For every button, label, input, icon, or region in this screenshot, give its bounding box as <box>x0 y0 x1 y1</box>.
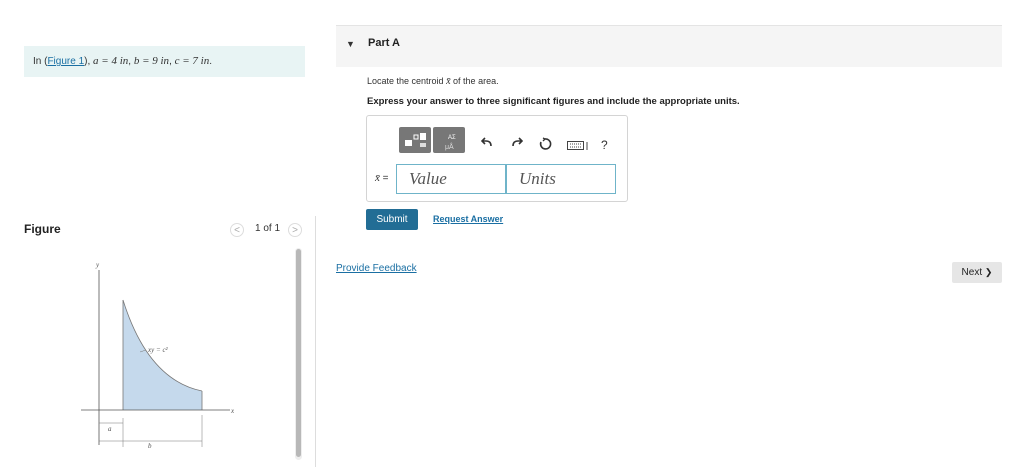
value-input[interactable]: Value <box>396 164 506 194</box>
y-axis-label: y <box>95 261 100 269</box>
figure-diagram: y x xy = c² a b <box>81 261 235 450</box>
symbols-button[interactable]: ΑΣ μÅ <box>433 127 465 153</box>
x-axis-label: x <box>230 407 235 415</box>
answer-label: x̄ = <box>375 172 389 184</box>
help-icon[interactable]: ? <box>601 138 608 152</box>
next-button[interactable]: Next ❯ <box>952 262 1002 283</box>
problem-suffix: ), <box>84 56 94 67</box>
redo-icon[interactable] <box>511 137 524 152</box>
collapse-toggle-icon[interactable]: ▼ <box>346 39 355 49</box>
figure-title: Figure <box>24 222 61 236</box>
question-lead: Locate the centroid <box>367 76 444 86</box>
chevron-right-icon: ❯ <box>984 267 993 277</box>
dim-label-b: b <box>148 442 152 450</box>
problem-end: . <box>209 56 213 67</box>
provide-feedback-link[interactable]: Provide Feedback <box>336 263 417 274</box>
part-a-label[interactable]: Part A <box>368 37 400 49</box>
question-text: Locate the centroid x̄ of the area. <box>367 76 499 87</box>
figure-scrollbar-thumb[interactable] <box>296 249 301 457</box>
figure-link[interactable]: Figure 1 <box>47 56 84 67</box>
curve-label: xy = c² <box>147 346 169 354</box>
next-figure-button[interactable]: > <box>288 223 302 237</box>
undo-icon[interactable] <box>480 137 493 152</box>
reset-icon[interactable] <box>538 137 552 154</box>
svg-text:μÅ: μÅ <box>445 142 454 151</box>
problem-prefix: In ( <box>33 56 48 67</box>
param-c: c = 7 in <box>174 55 210 67</box>
question-end: of the area. <box>453 76 499 86</box>
panel-divider <box>315 216 316 467</box>
dim-label-a: a <box>108 425 112 433</box>
instruction-text: Express your answer to three significant… <box>367 96 740 107</box>
svg-text:ΑΣ: ΑΣ <box>448 135 456 141</box>
request-answer-link[interactable]: Request Answer <box>433 214 503 224</box>
param-a: a = 4 in <box>93 55 129 67</box>
keyboard-icon[interactable] <box>567 140 589 155</box>
units-input[interactable]: Units <box>506 164 616 194</box>
prev-figure-button[interactable]: < <box>230 223 244 237</box>
figure-pager: 1 of 1 <box>255 223 281 234</box>
symbols-icon: ΑΣ μÅ <box>445 135 456 151</box>
templates-icon <box>405 133 426 147</box>
templates-button[interactable] <box>399 127 431 153</box>
param-b: b = 9 in <box>133 55 170 67</box>
answer-label-eq: = <box>379 173 389 184</box>
problem-statement: In (Figure 1), a = 4 in, b = 9 in, c = 7… <box>24 46 305 77</box>
next-button-label: Next <box>961 267 983 278</box>
part-a-header[interactable] <box>336 25 1002 67</box>
submit-button[interactable]: Submit <box>366 209 418 230</box>
shaded-area <box>123 300 202 410</box>
question-var: x̄ <box>446 76 451 87</box>
